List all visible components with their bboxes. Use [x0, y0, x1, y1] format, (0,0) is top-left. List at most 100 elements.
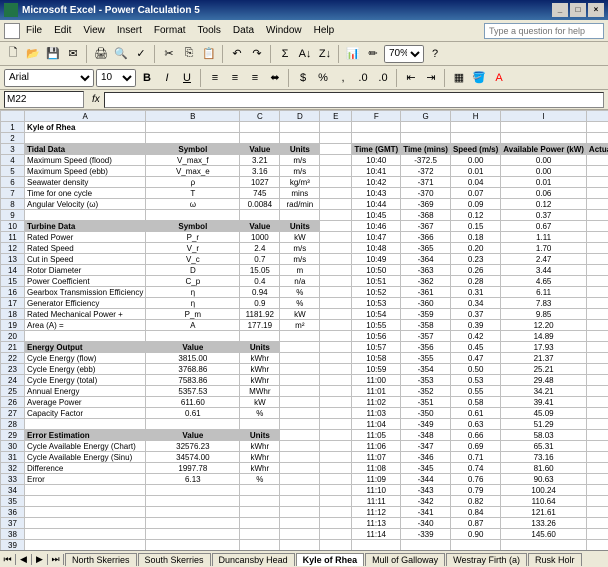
cell[interactable]: kWhr: [240, 353, 280, 364]
cell[interactable]: -349: [401, 419, 451, 430]
cell[interactable]: 0.00: [586, 188, 608, 199]
cell[interactable]: 3815.00: [146, 353, 240, 364]
cell[interactable]: [280, 375, 320, 386]
cell[interactable]: [320, 265, 352, 276]
cell[interactable]: Rated Mechanical Power +: [25, 309, 146, 320]
cell[interactable]: -370: [401, 188, 451, 199]
select-all[interactable]: [1, 111, 25, 122]
cell[interactable]: 15.05: [240, 265, 280, 276]
cell[interactable]: 0.00: [586, 287, 608, 298]
cell[interactable]: -340: [401, 518, 451, 529]
cell[interactable]: 17.93: [501, 342, 587, 353]
cell[interactable]: Tidal Data: [25, 144, 146, 155]
cell[interactable]: 0.87: [450, 518, 500, 529]
cell[interactable]: 0.00: [586, 430, 608, 441]
cell[interactable]: [146, 540, 240, 551]
cell[interactable]: -352: [401, 386, 451, 397]
cell[interactable]: 0.94: [240, 287, 280, 298]
cell[interactable]: 81.60: [501, 463, 587, 474]
cell[interactable]: Average Power: [25, 397, 146, 408]
cell[interactable]: [280, 474, 320, 485]
cell[interactable]: -365: [401, 243, 451, 254]
cell[interactable]: MWhr: [240, 386, 280, 397]
cell[interactable]: [240, 485, 280, 496]
cell[interactable]: [240, 496, 280, 507]
cell[interactable]: -346: [401, 452, 451, 463]
row-header[interactable]: 33: [1, 474, 25, 485]
cell[interactable]: [280, 496, 320, 507]
cell[interactable]: -361: [401, 287, 451, 298]
cell[interactable]: 10:40: [352, 155, 401, 166]
row-header[interactable]: 17: [1, 298, 25, 309]
cell[interactable]: -354: [401, 364, 451, 375]
cell[interactable]: -339: [401, 529, 451, 540]
cell[interactable]: 0.00: [586, 397, 608, 408]
cell[interactable]: 0.7: [240, 254, 280, 265]
row-header[interactable]: 35: [1, 496, 25, 507]
row-header[interactable]: 10: [1, 221, 25, 232]
cell[interactable]: Speed (m/s): [450, 144, 500, 155]
cell[interactable]: 6.13: [146, 474, 240, 485]
cell[interactable]: 53.30: [586, 518, 608, 529]
undo-icon[interactable]: ↶: [228, 45, 246, 63]
cell[interactable]: 0.00: [586, 232, 608, 243]
cell[interactable]: [320, 441, 352, 452]
preview-icon[interactable]: 🔍: [112, 45, 130, 63]
row-header[interactable]: 38: [1, 529, 25, 540]
cell[interactable]: 0.37: [450, 309, 500, 320]
cell[interactable]: 11:01: [352, 386, 401, 397]
cell[interactable]: Area (A) =: [25, 320, 146, 331]
row-header[interactable]: 22: [1, 353, 25, 364]
cell[interactable]: -348: [401, 430, 451, 441]
cell[interactable]: Rated Speed: [25, 243, 146, 254]
cell[interactable]: 745: [240, 188, 280, 199]
cell[interactable]: 0.00: [586, 309, 608, 320]
cell[interactable]: 10:41: [352, 166, 401, 177]
cell[interactable]: Symbol: [146, 144, 240, 155]
row-header[interactable]: 12: [1, 243, 25, 254]
cell[interactable]: 0.00: [586, 364, 608, 375]
cell[interactable]: 0.4: [240, 276, 280, 287]
cell[interactable]: Time for one cycle: [25, 188, 146, 199]
cell[interactable]: [146, 133, 240, 144]
percent-icon[interactable]: %: [314, 69, 332, 87]
cell[interactable]: [146, 122, 240, 133]
row-header[interactable]: 27: [1, 408, 25, 419]
row-header[interactable]: 13: [1, 254, 25, 265]
cell[interactable]: 0.00: [586, 375, 608, 386]
cell[interactable]: [280, 408, 320, 419]
cell[interactable]: 7.83: [501, 298, 587, 309]
cell[interactable]: V_c: [146, 254, 240, 265]
cell[interactable]: [280, 463, 320, 474]
cell[interactable]: Value: [146, 430, 240, 441]
cell[interactable]: [320, 540, 352, 551]
cell[interactable]: [280, 210, 320, 221]
cell[interactable]: 0.31: [450, 287, 500, 298]
cell[interactable]: [320, 298, 352, 309]
cell[interactable]: 11:05: [352, 430, 401, 441]
cell[interactable]: 0.00: [586, 221, 608, 232]
cell[interactable]: Units: [240, 342, 280, 353]
cell[interactable]: 0.50: [450, 364, 500, 375]
cell[interactable]: [320, 287, 352, 298]
col-header[interactable]: G: [401, 111, 451, 122]
cell[interactable]: [320, 122, 352, 133]
cell[interactable]: [320, 430, 352, 441]
drawing-icon[interactable]: ✏: [364, 45, 382, 63]
cell[interactable]: 0.12: [501, 199, 587, 210]
cell[interactable]: 6.11: [501, 287, 587, 298]
cell[interactable]: -369: [401, 199, 451, 210]
cell[interactable]: Rotor Diameter: [25, 265, 146, 276]
cell[interactable]: -367: [401, 221, 451, 232]
cell[interactable]: [280, 540, 320, 551]
cell[interactable]: 0.45: [450, 342, 500, 353]
cell[interactable]: -368: [401, 210, 451, 221]
cell[interactable]: [320, 496, 352, 507]
cell[interactable]: 11:06: [352, 441, 401, 452]
cell[interactable]: [450, 540, 500, 551]
cell[interactable]: [401, 133, 451, 144]
chart-icon[interactable]: 📊: [344, 45, 362, 63]
cell[interactable]: 90.63: [501, 474, 587, 485]
cell[interactable]: kWhr: [240, 452, 280, 463]
menu-insert[interactable]: Insert: [117, 25, 142, 36]
